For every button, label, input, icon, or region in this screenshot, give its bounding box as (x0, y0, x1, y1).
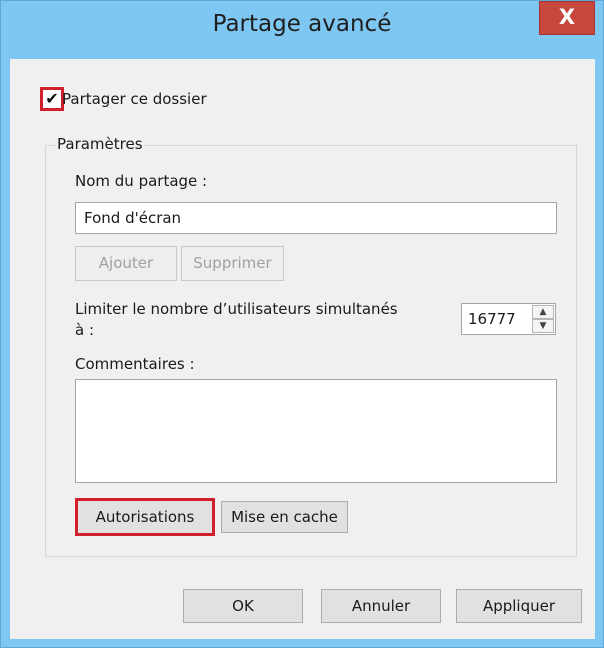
share-folder-checkbox[interactable]: ✔ (40, 87, 64, 111)
settings-group-title: Paramètres (55, 135, 145, 153)
close-icon: X (558, 5, 576, 29)
user-limit-spinner[interactable]: 16777 ▲ ▼ (461, 303, 556, 335)
user-limit-label-continued: à : (75, 321, 95, 339)
user-limit-value[interactable]: 16777 (468, 310, 516, 328)
checkmark-icon: ✔ (45, 89, 59, 108)
settings-groupbox: Paramètres Nom du partage : Fond d'écran… (45, 135, 577, 557)
spin-down-button[interactable]: ▼ (532, 319, 554, 333)
apply-button[interactable]: Appliquer (456, 589, 582, 623)
window-title: Partage avancé (212, 11, 392, 37)
permissions-button[interactable]: Autorisations (75, 498, 215, 536)
chevron-up-icon: ▲ (539, 307, 547, 317)
share-folder-label[interactable]: Partager ce dossier (62, 90, 207, 108)
share-name-label: Nom du partage : (75, 172, 208, 190)
share-name-input[interactable]: Fond d'écran (75, 202, 557, 234)
add-button[interactable]: Ajouter (75, 246, 177, 281)
advanced-sharing-dialog: Partage avancé X ✔ Partager ce dossier P… (0, 0, 604, 648)
ok-button[interactable]: OK (183, 589, 303, 623)
spin-up-button[interactable]: ▲ (532, 305, 554, 319)
caching-button[interactable]: Mise en cache (221, 501, 348, 533)
dialog-body: ✔ Partager ce dossier Paramètres Nom du … (10, 59, 595, 639)
comments-label: Commentaires : (75, 355, 195, 373)
close-button[interactable]: X (539, 1, 595, 35)
remove-button[interactable]: Supprimer (181, 246, 284, 281)
user-limit-label: Limiter le nombre d’utilisateurs simulta… (75, 300, 398, 318)
comments-textarea[interactable] (75, 379, 557, 483)
title-bar[interactable]: Partage avancé X (1, 1, 603, 59)
chevron-down-icon: ▼ (539, 321, 547, 331)
cancel-button[interactable]: Annuler (321, 589, 441, 623)
